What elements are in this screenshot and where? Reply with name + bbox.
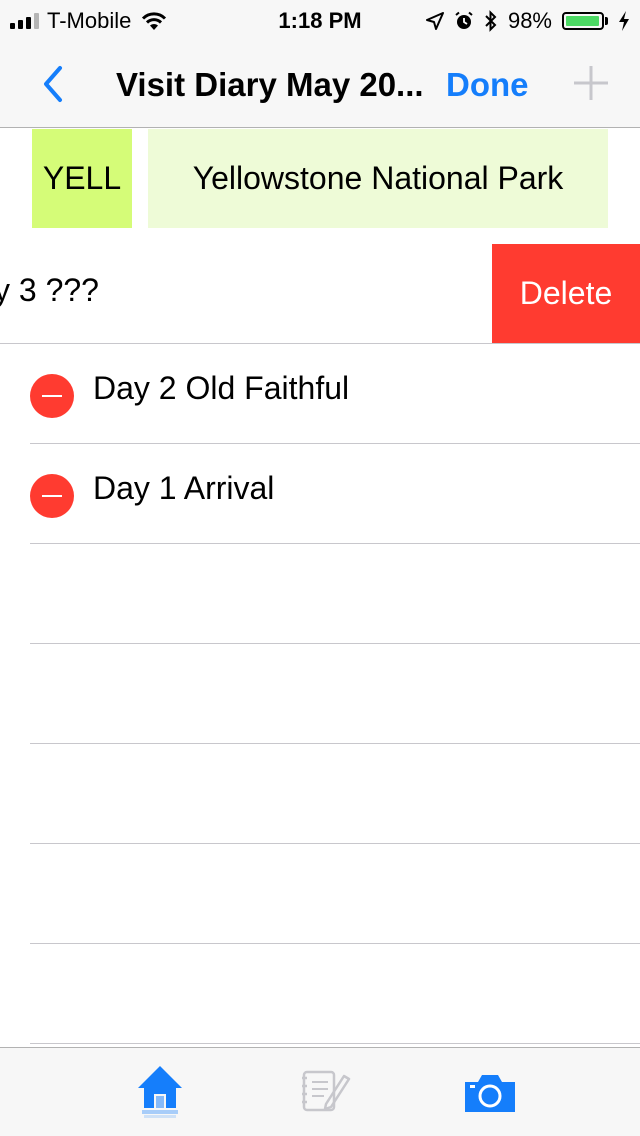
charging-bolt-icon bbox=[619, 11, 629, 31]
table-row[interactable]: Day 1 Arrival bbox=[0, 444, 640, 544]
entry-title: y 3 ??? bbox=[0, 272, 99, 308]
camera-icon bbox=[465, 1075, 515, 1112]
alarm-clock-icon bbox=[455, 11, 473, 29]
park-code-badge: YELL bbox=[32, 129, 132, 228]
chevron-left-icon bbox=[44, 66, 62, 102]
entry-title: Day 2 Old Faithful bbox=[93, 370, 350, 406]
status-right: 98% bbox=[425, 8, 630, 34]
empty-row-separator bbox=[30, 1043, 640, 1044]
location-arrow-icon bbox=[425, 12, 444, 30]
bluetooth-icon bbox=[485, 10, 497, 32]
empty-row-separator bbox=[30, 743, 640, 744]
battery-icon bbox=[562, 12, 608, 30]
table-row-swiped[interactable]: y 3 ??? Delete bbox=[0, 244, 640, 344]
tab-camera[interactable] bbox=[462, 1062, 518, 1122]
back-button[interactable] bbox=[36, 64, 72, 104]
plus-icon bbox=[574, 66, 608, 100]
delete-toggle-minus-icon[interactable] bbox=[30, 474, 74, 518]
empty-row-separator bbox=[30, 643, 640, 644]
entry-title: Day 1 Arrival bbox=[93, 470, 275, 506]
done-button[interactable]: Done bbox=[446, 66, 529, 104]
battery-fill bbox=[566, 16, 600, 26]
page-title: Visit Diary May 20... bbox=[116, 66, 424, 103]
notebook-pencil-icon bbox=[302, 1070, 351, 1112]
battery-percent: 98% bbox=[507, 8, 552, 33]
navigation-bar: Visit Diary May 20... Done bbox=[0, 40, 640, 128]
delete-button[interactable]: Delete bbox=[492, 244, 640, 343]
status-bar: T-Mobile 1:18 PM 98% bbox=[0, 0, 640, 40]
add-button[interactable] bbox=[572, 64, 610, 102]
row-separator bbox=[30, 543, 640, 544]
park-name-label: Yellowstone National Park bbox=[148, 129, 608, 228]
table-row[interactable]: Day 2 Old Faithful bbox=[0, 344, 640, 444]
home-icon bbox=[138, 1066, 182, 1118]
empty-row-separator bbox=[30, 843, 640, 844]
tab-bar bbox=[0, 1047, 640, 1136]
delete-toggle-minus-icon[interactable] bbox=[30, 374, 74, 418]
tab-home[interactable] bbox=[132, 1062, 188, 1122]
tab-diary[interactable] bbox=[298, 1062, 354, 1122]
empty-row-separator bbox=[30, 943, 640, 944]
